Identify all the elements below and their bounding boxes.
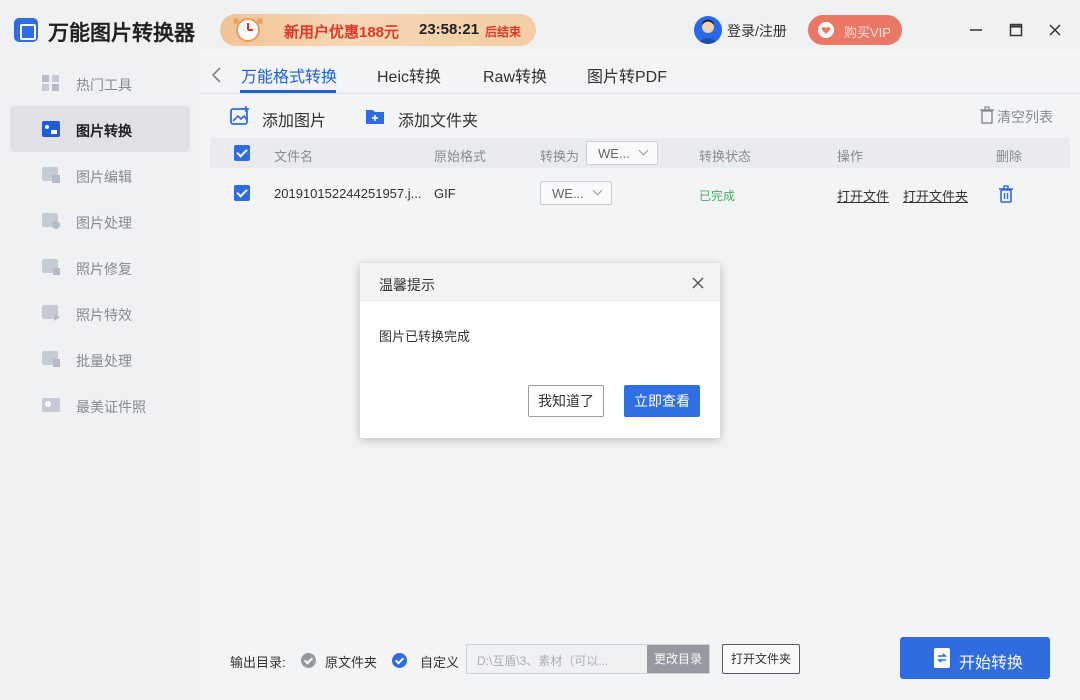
notice-dialog: 温馨提示 图片已转换完成 我知道了 立即查看 bbox=[360, 263, 720, 438]
dialog-title: 温馨提示 bbox=[379, 277, 435, 293]
view-now-button[interactable]: 立即查看 bbox=[624, 385, 700, 417]
dialog-header: 温馨提示 bbox=[360, 263, 720, 302]
close-icon[interactable] bbox=[690, 275, 706, 291]
got-it-button[interactable]: 我知道了 bbox=[528, 385, 604, 417]
dialog-message: 图片已转换完成 bbox=[379, 329, 471, 344]
